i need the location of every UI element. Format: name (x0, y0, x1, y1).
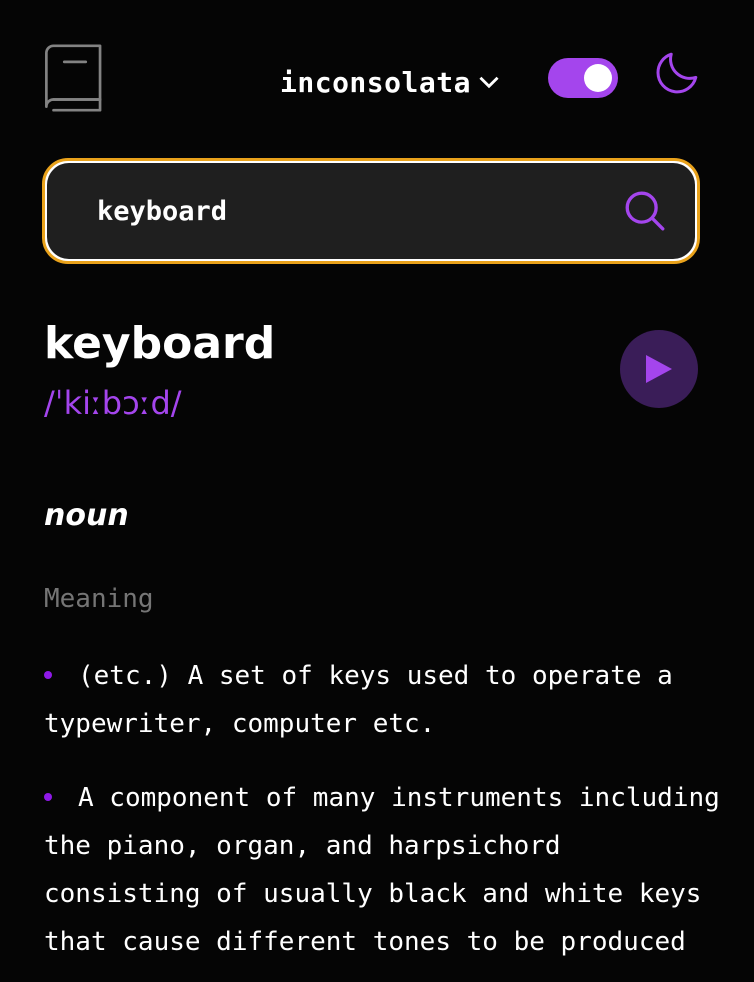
definition-text: A component of many instruments includin… (44, 783, 720, 957)
moon-icon (656, 52, 698, 94)
phonetic-text: /ˈkiːbɔːd/ (44, 384, 182, 422)
chevron-down-icon (479, 76, 499, 89)
font-selector-label: inconsolata (280, 65, 471, 99)
theme-toggle[interactable] (548, 58, 618, 98)
meaning-label: Meaning (44, 584, 154, 614)
search-box (42, 158, 700, 264)
toggle-knob (584, 64, 612, 92)
font-selector[interactable]: inconsolata (280, 64, 499, 100)
bullet-icon (44, 670, 52, 679)
book-logo-icon (45, 44, 102, 112)
part-of-speech: noun (44, 498, 129, 533)
play-icon (646, 355, 672, 383)
search-icon[interactable] (625, 191, 665, 231)
definition-item: (etc.) A set of keys used to operate a t… (44, 652, 724, 748)
play-audio-button[interactable] (620, 330, 698, 408)
dictionary-page: inconsolata keyboard /ˈkiːbɔːd/ noun Mea… (0, 0, 754, 982)
definition-item: A component of many instruments includin… (44, 774, 724, 966)
search-input[interactable] (97, 195, 625, 227)
word-title: keyboard (44, 318, 276, 369)
definition-text: (etc.) A set of keys used to operate a t… (44, 661, 673, 739)
search-inner (47, 163, 695, 259)
definition-list: (etc.) A set of keys used to operate a t… (44, 652, 724, 982)
bullet-icon (44, 792, 52, 801)
